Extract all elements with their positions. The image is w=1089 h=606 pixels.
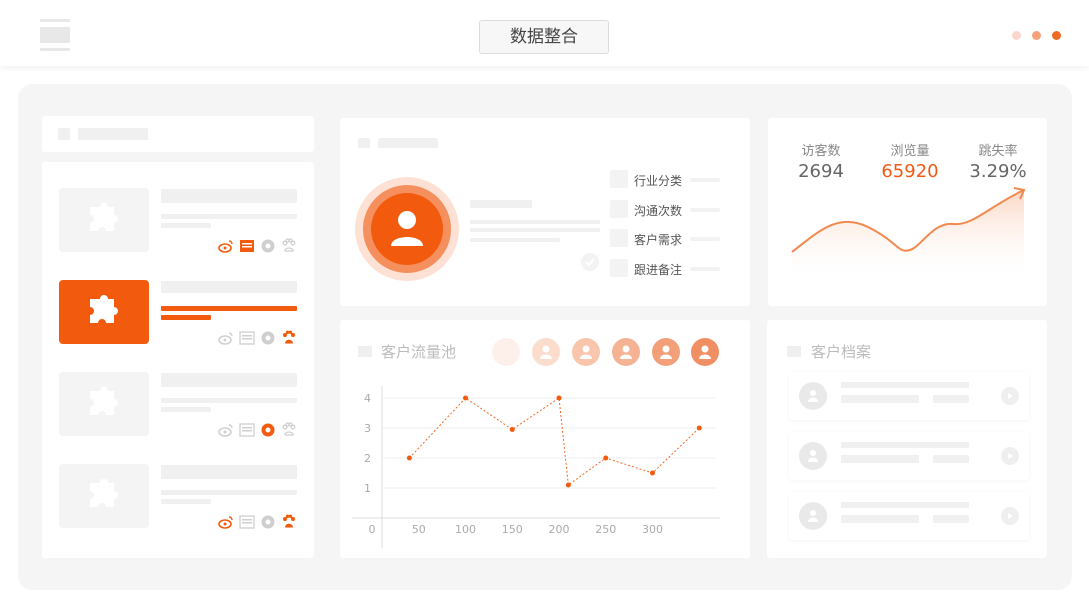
avatar-icon[interactable] [652, 338, 680, 366]
list-item[interactable] [42, 162, 314, 254]
page-title: 数据整合 [479, 20, 609, 54]
user-avatar-icon[interactable] [354, 176, 460, 282]
toutiao-icon[interactable] [239, 422, 255, 438]
customer-pool-card: 客户流量池 1 2 3 4 0 50 100 150 200 250 300 [340, 320, 750, 558]
toutiao-icon[interactable] [239, 330, 255, 346]
avatar-icon[interactable] [532, 338, 560, 366]
archive-row[interactable] [789, 372, 1029, 420]
play-icon[interactable] [1001, 447, 1019, 465]
trend-line-icon [791, 187, 1026, 282]
weibo-icon[interactable] [218, 330, 234, 346]
list-item[interactable] [42, 438, 314, 530]
data-point[interactable] [463, 395, 468, 401]
menu-icon[interactable] [40, 19, 70, 51]
data-point[interactable] [696, 425, 702, 431]
camera-icon[interactable] [260, 238, 276, 254]
avatar-icon[interactable] [492, 338, 520, 366]
camera-icon[interactable] [260, 330, 276, 346]
user-icon [799, 502, 827, 530]
puzzle-icon [59, 280, 149, 344]
toutiao-icon[interactable] [239, 514, 255, 530]
baidu-icon[interactable] [281, 514, 297, 530]
pool-title: 客户流量池 [381, 343, 457, 361]
data-point[interactable] [650, 470, 655, 476]
x-tick-label: 50 [412, 523, 426, 536]
weibo-icon[interactable] [218, 238, 234, 254]
data-point[interactable] [509, 427, 515, 432]
weibo-icon[interactable] [218, 514, 234, 530]
x-tick-label: 300 [642, 523, 663, 536]
play-icon[interactable] [1001, 387, 1019, 405]
customer-archive-card: 客户档案 [767, 320, 1047, 558]
dot-3-icon[interactable] [1052, 31, 1061, 40]
avatar-icon[interactable] [572, 338, 600, 366]
check-icon [581, 253, 599, 271]
archive-title: 客户档案 [811, 343, 872, 361]
data-point[interactable] [406, 455, 412, 461]
x-tick-label: 200 [549, 523, 570, 536]
stat-visitors: 访客数 2694 [798, 144, 844, 182]
series-line [409, 397, 700, 486]
archive-row[interactable] [789, 432, 1029, 480]
x-tick-label: 250 [595, 523, 616, 536]
list-item-active[interactable] [42, 254, 314, 346]
weibo-icon[interactable] [218, 422, 234, 438]
camera-icon[interactable] [260, 514, 276, 530]
avatar-icon[interactable] [612, 338, 640, 366]
puzzle-icon [59, 372, 149, 436]
baidu-icon[interactable] [281, 238, 297, 254]
traffic-line-chart: 1 2 3 4 0 50 100 150 200 250 300 [352, 386, 720, 548]
baidu-icon[interactable] [281, 422, 297, 438]
left-header-card [42, 116, 314, 152]
stats-card: 访客数 2694 浏览量 65920 跳失率 3.29% [768, 118, 1047, 306]
user-icon [799, 442, 827, 470]
stat-bounce-rate: 跳失率 3.29% [969, 144, 1027, 182]
toutiao-icon[interactable] [239, 238, 255, 254]
play-icon[interactable] [1001, 507, 1019, 525]
x-tick-label: 0 [369, 523, 376, 536]
archive-row[interactable] [789, 492, 1029, 540]
top-bar: 数据整合 [0, 0, 1089, 66]
y-tick-label: 1 [364, 482, 371, 495]
x-tick-label: 100 [455, 523, 476, 536]
x-tick-label: 150 [502, 523, 523, 536]
puzzle-icon [59, 464, 149, 528]
avatar-icon[interactable] [691, 338, 719, 366]
camera-icon[interactable] [260, 422, 276, 438]
user-icon [799, 382, 827, 410]
data-point[interactable] [603, 455, 609, 461]
y-tick-label: 3 [364, 422, 371, 435]
y-tick-label: 2 [364, 452, 371, 465]
stat-pageviews: 浏览量 65920 [881, 144, 939, 182]
y-tick-label: 4 [364, 392, 371, 405]
dot-2-icon[interactable] [1032, 31, 1041, 40]
data-point[interactable] [556, 395, 562, 401]
dot-1-icon[interactable] [1012, 31, 1021, 40]
channel-list-card [42, 162, 314, 558]
baidu-icon[interactable] [281, 330, 297, 346]
puzzle-icon [59, 188, 149, 252]
list-item[interactable] [42, 346, 314, 438]
data-point[interactable] [565, 482, 571, 488]
customer-profile-card: 行业分类 沟通次数 客户需求 跟进备注 [340, 118, 750, 306]
